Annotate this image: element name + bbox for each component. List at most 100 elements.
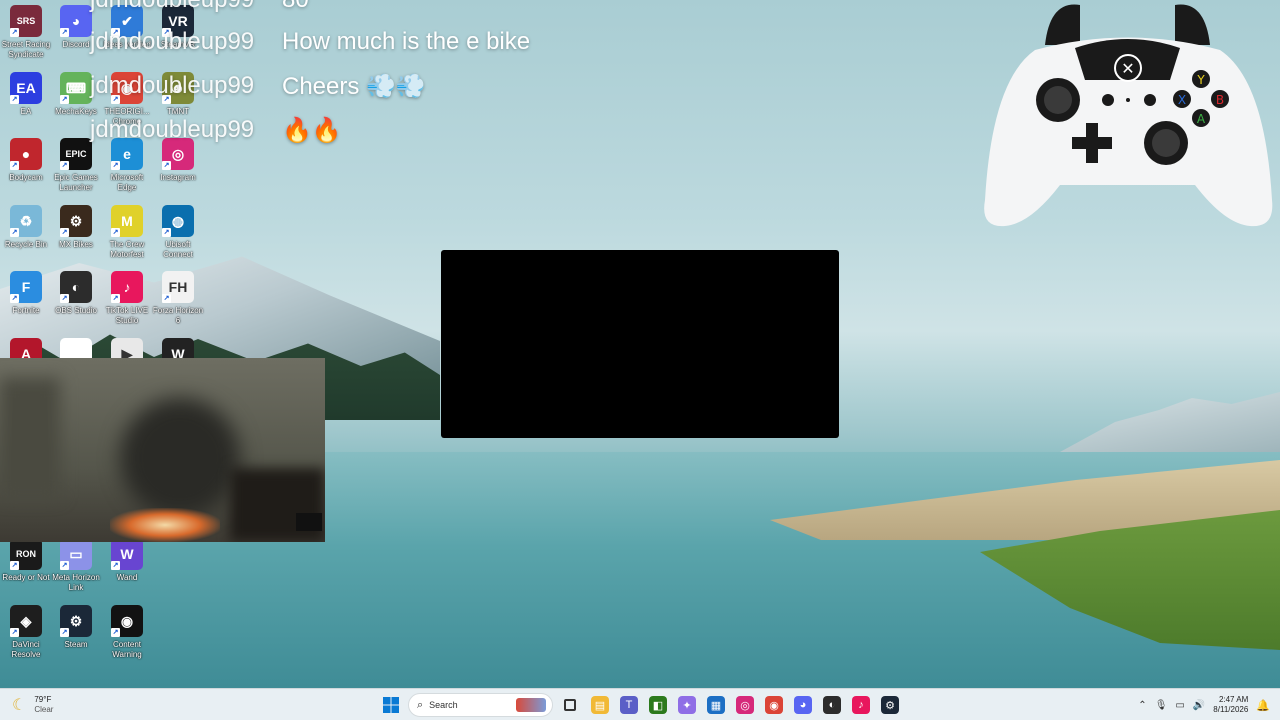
shortcut-arrow-icon: ↗ <box>111 161 120 170</box>
ready-or-not-icon: RON ↗ <box>10 538 42 570</box>
weather-condition: Clear <box>34 705 54 714</box>
desktop-icon-label: EA <box>20 107 32 116</box>
microsoft-store-icon: ▦ <box>707 696 725 714</box>
task-view-icon <box>564 699 576 711</box>
chrome-taskbar-icon: ◉ <box>765 696 783 714</box>
desktop-icon-label: Content Warning <box>112 640 142 659</box>
taskbar-app-button[interactable]: ⚙ <box>877 692 903 718</box>
desktop-icon[interactable]: SRS ↗ Street Racing Syndicate <box>0 5 52 59</box>
obs-icon: ◐ ↗ <box>60 271 92 303</box>
desktop-icon[interactable]: M ↗ The Crew Motorfest <box>101 205 153 259</box>
desktop-icon[interactable]: ⚙ ↗ MX Bikes <box>50 205 102 250</box>
teams-icon: T <box>620 696 638 714</box>
desktop-icon[interactable]: ◍ ↗ Ubisoft Connect <box>152 205 204 259</box>
clock-date: 8/11/2026 <box>1213 705 1249 714</box>
copilot-icon: ✦ <box>678 696 696 714</box>
obs-taskbar-icon: ◐ <box>823 696 841 714</box>
desktop-icon[interactable]: ◈ ↗ DaVinci Resolve <box>0 605 52 659</box>
discord-icon: ◕ ↗ <box>60 5 92 37</box>
forza-icon: FH ↗ <box>162 271 194 303</box>
chat-message: jdmdoubleup99 80 <box>90 0 309 20</box>
desktop-icon[interactable]: ♻ ↗ Recycle Bin <box>0 205 52 250</box>
desktop-icon[interactable]: F ↗ Fortnite <box>0 271 52 316</box>
file-explorer-icon: ▤ <box>591 696 609 714</box>
desktop-icon-label: Ready or Not <box>2 573 50 582</box>
chat-text: 🔥🔥 <box>282 116 342 144</box>
meta-horizon-icon: ▭ ↗ <box>60 538 92 570</box>
desktop-icon-label: Steam <box>64 640 88 649</box>
desktop-icon[interactable]: ● ↗ Bodycam <box>0 138 52 183</box>
shortcut-arrow-icon: ↗ <box>60 161 69 170</box>
desktop-icon[interactable]: ◉ ↗ Content Warning <box>101 605 153 659</box>
desktop-icon[interactable]: ♪ ↗ TikTok LIVE Studio <box>101 271 153 325</box>
taskbar-app-button[interactable]: T <box>616 692 642 718</box>
taskbar-search-input[interactable]: ⌕ Search <box>408 693 553 717</box>
shortcut-arrow-icon: ↗ <box>162 294 171 303</box>
shortcut-arrow-icon: ↗ <box>60 228 69 237</box>
the-crew-icon: M ↗ <box>111 205 143 237</box>
ubisoft-icon: ◍ ↗ <box>162 205 194 237</box>
taskbar-app-button[interactable]: ◧ <box>645 692 671 718</box>
microphone-icon[interactable]: 🎙 <box>1155 700 1168 711</box>
steam-taskbar-icon: ⚙ <box>881 696 899 714</box>
webcam-small-overlay <box>296 513 322 531</box>
taskbar-center: ⌕ Search ▤ T ◧ ✦ ▦ ◎ ◉ ◕ ◐ ♪ ⚙ <box>378 692 903 718</box>
chat-username: jdmdoubleup99 <box>90 116 255 143</box>
recycle-bin-icon: ♻ ↗ <box>10 205 42 237</box>
chat-message: jdmdoubleup99 Cheers 💨💨 <box>90 66 426 106</box>
desktop-icon[interactable]: ⚙ ↗ Steam <box>50 605 102 650</box>
taskbar-app-button[interactable]: ✦ <box>674 692 700 718</box>
shortcut-arrow-icon: ↗ <box>10 294 19 303</box>
task-view-button[interactable] <box>557 692 583 718</box>
desktop-icon-label: Street Racing Syndicate <box>1 40 51 59</box>
desktop-icon[interactable]: ◐ ↗ OBS Studio <box>50 271 102 316</box>
desktop-icon[interactable]: RON ↗ Ready or Not <box>0 538 52 583</box>
chevron-up-icon[interactable]: ⌃ <box>1138 700 1146 711</box>
shortcut-arrow-icon: ↗ <box>111 628 120 637</box>
svg-text:A: A <box>1197 112 1206 126</box>
steam-icon: ⚙ ↗ <box>60 605 92 637</box>
taskbar-app-button[interactable]: ▤ <box>587 692 613 718</box>
webcam-blur-shape <box>120 398 240 518</box>
desktop-icon-label: OBS Studio <box>55 306 97 315</box>
desktop-icon-label: Wand <box>116 573 138 582</box>
volume-icon[interactable]: 🔊 <box>1193 700 1205 711</box>
desktop-icon-label: Epic Games Launcher <box>54 173 98 192</box>
start-button[interactable] <box>378 692 404 718</box>
shortcut-arrow-icon: ↗ <box>60 95 69 104</box>
chat-username: jdmdoubleup99 <box>90 28 255 55</box>
notification-icon[interactable]: 🔔 <box>1256 699 1270 712</box>
shortcut-arrow-icon: ↗ <box>60 561 69 570</box>
blank-black-window[interactable] <box>441 250 839 438</box>
system-tray: ⌃ 🎙 ▭ 🔊 2:47 AM 8/11/2026 🔔 <box>1138 693 1270 717</box>
taskbar-app-button[interactable]: ♪ <box>848 692 874 718</box>
shortcut-arrow-icon: ↗ <box>162 161 171 170</box>
desktop-icon[interactable]: W ↗ Wand <box>101 538 153 583</box>
desktop-icon[interactable]: FH ↗ Forza Horizon 6 <box>152 271 204 325</box>
desktop-icon[interactable]: ▭ ↗ Meta Horizon Link <box>50 538 102 592</box>
taskbar-app-button[interactable]: ◉ <box>761 692 787 718</box>
svg-text:Y: Y <box>1196 73 1205 87</box>
tiktok-taskbar-icon: ♪ <box>852 696 870 714</box>
desktop-icon[interactable]: EA ↗ EA <box>0 72 52 117</box>
shortcut-arrow-icon: ↗ <box>60 628 69 637</box>
webcam-blur-shape <box>0 378 60 498</box>
mx-bikes-icon: ⚙ ↗ <box>60 205 92 237</box>
clock[interactable]: 2:47 AM 8/11/2026 <box>1213 695 1248 715</box>
taskbar-app-button[interactable]: ◐ <box>819 692 845 718</box>
shortcut-arrow-icon: ↗ <box>111 294 120 303</box>
taskbar-app-button[interactable]: ◎ <box>732 692 758 718</box>
weather-text: 79°F Clear <box>34 695 53 715</box>
weather-widget[interactable]: ☾ 79°F Clear <box>12 693 53 717</box>
taskbar-pinned-apps: ▤ T ◧ ✦ ▦ ◎ ◉ ◕ ◐ ♪ ⚙ <box>587 692 903 718</box>
network-icon[interactable]: ▭ <box>1175 700 1184 711</box>
webcam-light-glow <box>110 508 220 542</box>
taskbar-app-button[interactable]: ◕ <box>790 692 816 718</box>
clock-time: 2:47 AM <box>1218 695 1249 704</box>
taskbar-app-button[interactable]: ▦ <box>703 692 729 718</box>
chat-username: jdmdoubleup99 <box>90 0 282 14</box>
desktop-icon-label: Recycle Bin <box>4 240 48 249</box>
shortcut-arrow-icon: ↗ <box>10 28 19 37</box>
chat-text: 80 <box>282 0 309 14</box>
shortcut-arrow-icon: ↗ <box>10 95 19 104</box>
